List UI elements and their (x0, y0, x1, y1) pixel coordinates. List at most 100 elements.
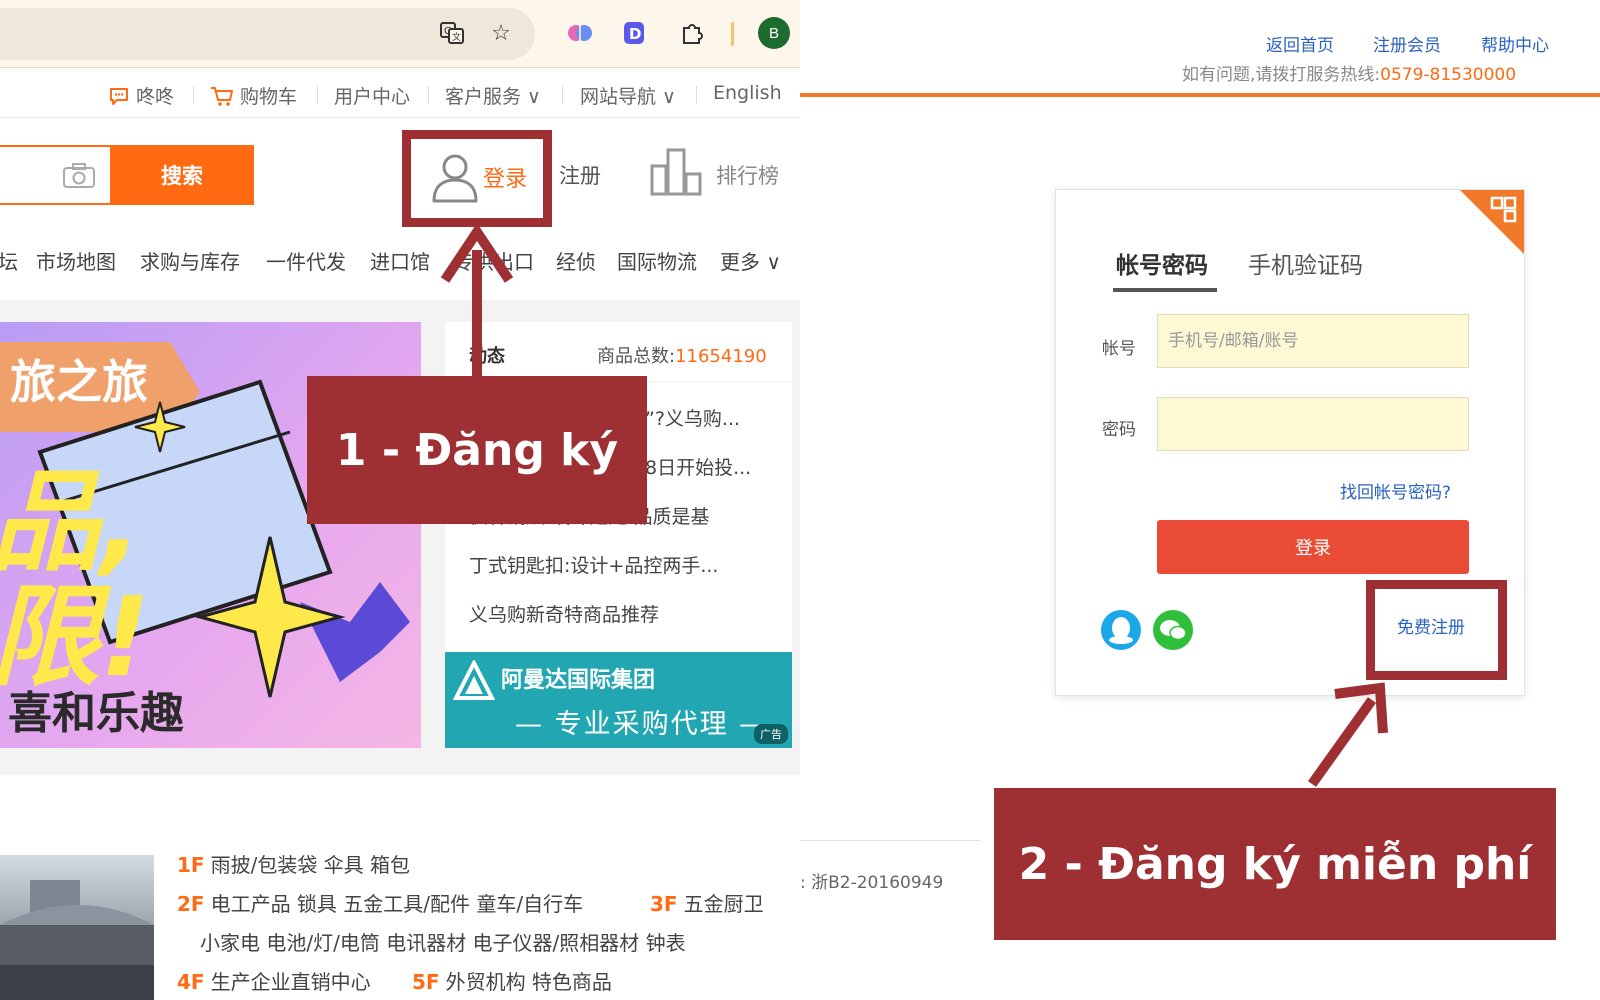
free-register-link[interactable]: 免费注册 (1397, 613, 1465, 638)
d-extension-icon[interactable]: D (619, 18, 649, 48)
cat-sourcing-stock[interactable]: 求购与库存 (140, 246, 240, 275)
tab-account-password[interactable]: 帐号密码 (1116, 246, 1208, 280)
news-item[interactable]: ”?义乌购... (645, 404, 785, 431)
floor-row[interactable]: 2F 电工产品 锁具 五金工具/配件 童车/自行车 (177, 888, 583, 917)
cat-investigation[interactable]: 经侦 (556, 246, 596, 275)
qr-code-icon[interactable] (1478, 196, 1518, 236)
hotline-number: 0579-81530000 (1380, 65, 1517, 85)
home-link[interactable]: 返回首页 (1266, 31, 1334, 56)
company-logo-icon (453, 660, 495, 700)
cat-forum[interactable]: 坛 (0, 246, 18, 275)
cat-export[interactable]: 专供出口 (454, 246, 534, 275)
goods-count-label: 商品总数: (597, 346, 676, 367)
floor-categories: 生产企业直销中心 (210, 970, 371, 994)
floor-categories: 小家电 电池/灯/电筒 电讯器材 电子仪器/照相器材 钟表 (200, 931, 686, 955)
search-button[interactable]: 搜索 (110, 145, 254, 205)
market-floors: 1F 雨披/包装袋 伞具 箱包 2F 电工产品 锁具 五金工具/配件 童车/自行车 … (0, 853, 800, 1000)
user-icon (432, 154, 478, 203)
floor-categories: 电工产品 锁具 五金工具/配件 童车/自行车 (210, 892, 584, 916)
login-form-card: 帐号密码 手机验证码 帐号 手机号/邮箱/账号 密码 找回帐号密码? 登录 免费… (1055, 189, 1525, 696)
register-member-link[interactable]: 注册会员 (1373, 31, 1441, 56)
cat-import[interactable]: 进口馆 (370, 246, 430, 275)
floor-categories: 雨披/包装袋 伞具 箱包 (210, 853, 411, 877)
tab-sms-code[interactable]: 手机验证码 (1248, 246, 1363, 280)
ad-banner[interactable]: 阿曼达国际集团 — 专业采购代理 — 广告 (445, 652, 792, 748)
yiwugo-homepage: G文 ☆ D B 咚咚 购物车 用户中心 客户服务 ∨ 网站导航 ∨ Engli… (0, 0, 800, 1000)
camera-search-icon[interactable] (62, 163, 96, 189)
account-input[interactable]: 手机号/邮箱/账号 (1157, 314, 1469, 368)
category-nav: 坛 市场地图 求购与库存 一件代发 进口馆 专供出口 经侦 国际物流 更多 ∨ (0, 246, 800, 286)
topnav-user-center[interactable]: 用户中心 (334, 82, 410, 109)
topnav-cart-label: 购物车 (240, 86, 298, 108)
chat-bubble-icon (110, 88, 128, 105)
register-link[interactable]: 注册 (559, 160, 601, 190)
cat-market-map[interactable]: 市场地图 (36, 246, 116, 275)
news-header: 动态 商品总数:11654190 (445, 322, 792, 382)
brain-extension-icon[interactable] (565, 18, 595, 48)
icp-license: : 浙B2-20160949 (800, 873, 944, 893)
search-header: 搜索 登录 注册 排行榜 (0, 118, 800, 228)
cat-dropship[interactable]: 一件代发 (266, 246, 346, 275)
ad-company-name: 阿曼达国际集团 (501, 668, 656, 693)
market-building-photo (0, 855, 154, 1000)
topnav-site-navigation[interactable]: 网站导航 ∨ (580, 82, 676, 109)
building-illustration (0, 880, 154, 1000)
hotline-label: 如有问题,请拨打服务热线: (1182, 65, 1381, 85)
callout-step-1: 1 - Đăng ký (307, 376, 647, 524)
login-highlight-box[interactable]: 登录 (402, 130, 552, 227)
profile-avatar[interactable]: B (758, 17, 790, 49)
free-register-highlight-box[interactable]: 免费注册 (1366, 580, 1507, 680)
qq-login-icon[interactable] (1101, 610, 1141, 650)
topnav-dongdong-label: 咚咚 (136, 86, 175, 108)
help-center-link[interactable]: 帮助中心 (1481, 31, 1549, 56)
topnav-customer-service[interactable]: 客户服务 ∨ (445, 82, 541, 109)
goods-count-value: 11654190 (675, 346, 767, 367)
news-item[interactable]: 丁式钥匙扣:设计+品控两手... (469, 551, 789, 578)
floor-row[interactable]: 5F 外贸机构 特色商品 (412, 966, 612, 995)
floor-number: 2F (177, 892, 205, 916)
callout-step-2: 2 - Đăng ký miễn phí (994, 788, 1556, 940)
extensions-puzzle-icon[interactable] (677, 18, 707, 48)
login-submit-button[interactable]: 登录 (1157, 520, 1469, 574)
account-label: 帐号 (1102, 339, 1136, 359)
cat-logistics[interactable]: 国际物流 (617, 246, 697, 275)
news-item[interactable]: 义乌购新奇特商品推荐 (469, 600, 789, 627)
news-title: 动态 (469, 346, 505, 367)
ranking-link[interactable]: 排行榜 (716, 160, 779, 190)
floor-categories: 外贸机构 特色商品 (445, 970, 612, 994)
forgot-password-link[interactable]: 找回帐号密码? (1340, 478, 1451, 503)
topnav-cart[interactable]: 购物车 (210, 82, 297, 109)
translate-icon[interactable]: G文 (437, 18, 467, 48)
floor-categories: 五金厨卫 (683, 892, 764, 916)
floor-row[interactable]: 3F 五金厨卫 (650, 888, 764, 917)
goods-count: 商品总数:11654190 (597, 342, 767, 368)
password-input[interactable] (1157, 397, 1469, 451)
topnav-english[interactable]: English (713, 82, 782, 104)
header-divider (800, 93, 1600, 97)
svg-text:文: 文 (452, 31, 461, 43)
news-item[interactable]: 8日开始投... (645, 453, 785, 480)
bookmark-star-icon[interactable]: ☆ (486, 18, 516, 48)
banner-footer: 喜和乐趣 (8, 688, 184, 739)
cat-more[interactable]: 更多 ∨ (720, 246, 781, 275)
toolbar-divider (731, 22, 734, 46)
floor-number: 3F (650, 892, 678, 916)
floor-row[interactable]: 小家电 电池/灯/电筒 电讯器材 电子仪器/照相器材 钟表 (200, 927, 686, 956)
active-tab-indicator (1113, 288, 1217, 292)
floor-number: 5F (412, 970, 440, 994)
password-label: 密码 (1102, 420, 1136, 440)
topnav-divider (428, 86, 429, 104)
banner-line-1: 旅之旅 (10, 355, 148, 409)
topnav-dongdong[interactable]: 咚咚 (108, 82, 174, 109)
floor-number: 4F (177, 970, 205, 994)
floor-row[interactable]: 4F 生产企业直销中心 (177, 966, 371, 995)
ranking-chart-icon[interactable] (650, 148, 704, 196)
floor-row[interactable]: 1F 雨披/包装袋 伞具 箱包 (177, 849, 410, 878)
wechat-login-icon[interactable] (1153, 610, 1193, 650)
footer-divider (800, 840, 980, 841)
topnav-divider (193, 86, 194, 104)
svg-text:D: D (629, 25, 641, 43)
topnav-divider (696, 86, 697, 104)
login-link[interactable]: 登录 (483, 161, 527, 193)
site-top-nav: 咚咚 购物车 用户中心 客户服务 ∨ 网站导航 ∨ English (0, 70, 800, 118)
